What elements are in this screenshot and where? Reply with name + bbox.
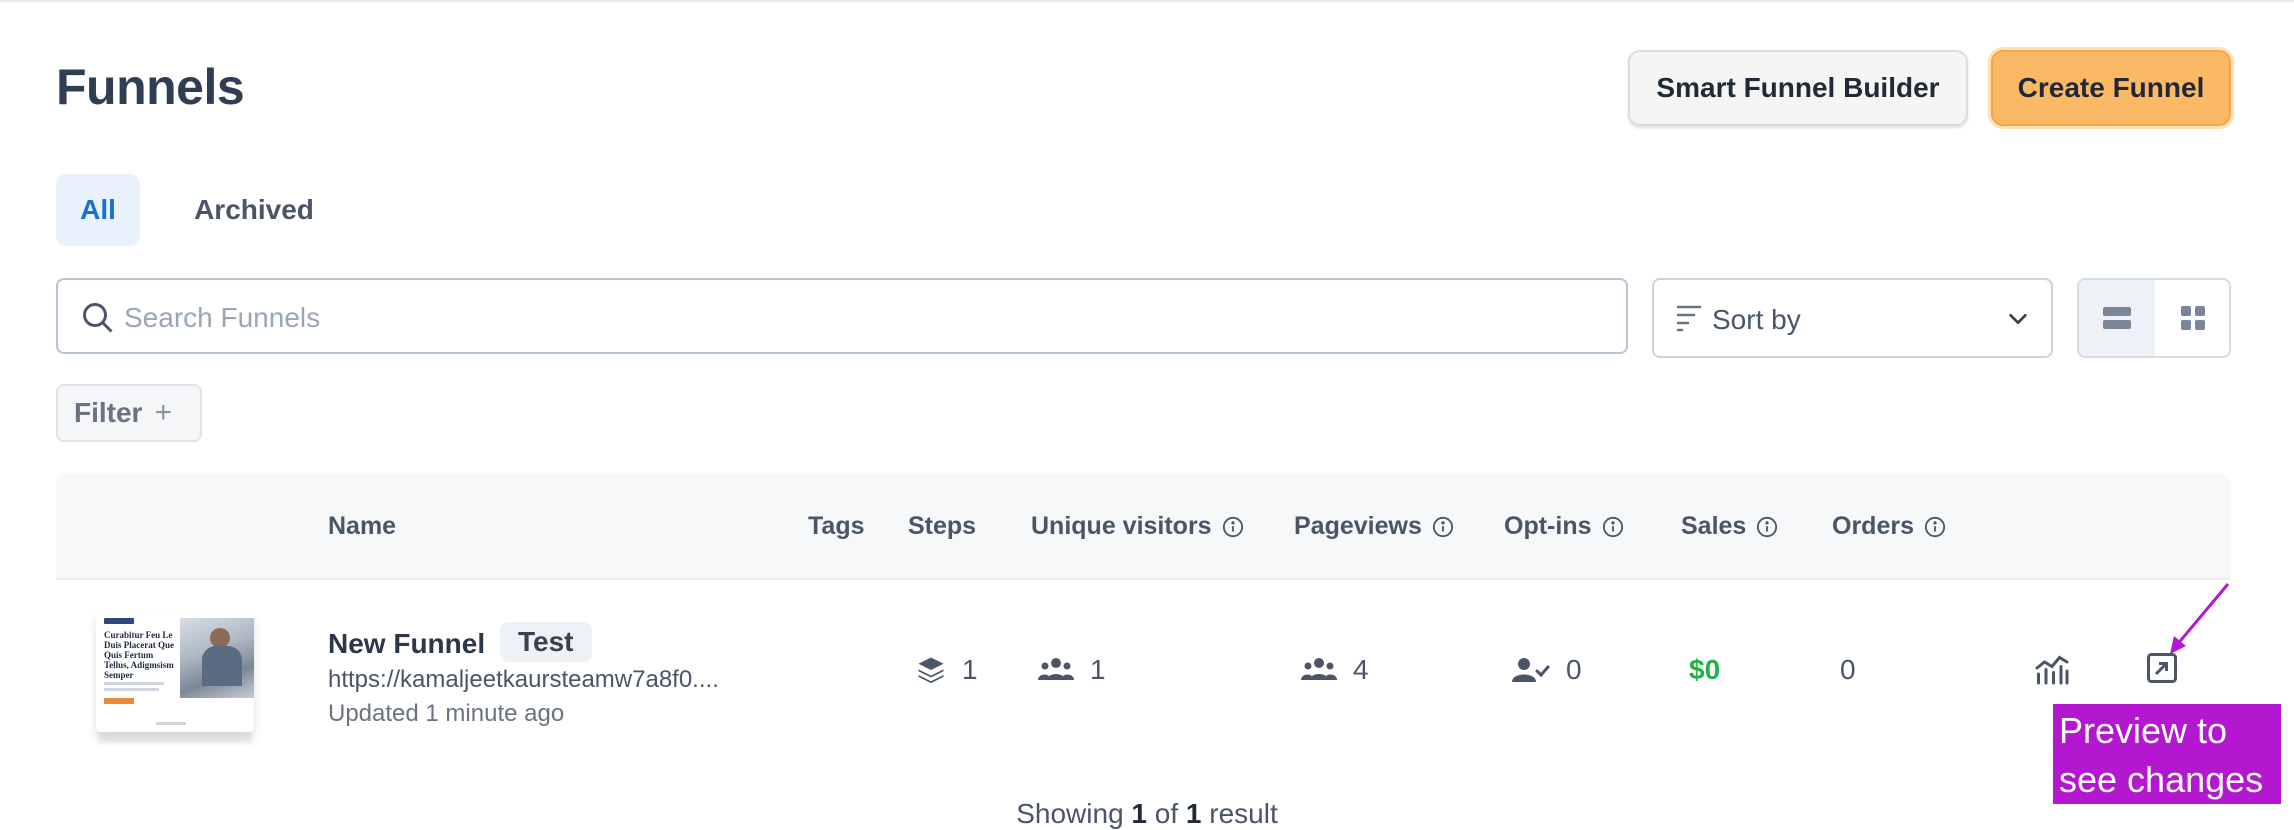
users-icon (1038, 658, 1074, 680)
annotation-callout: Preview to see changes (2053, 704, 2281, 804)
pageviews-cell: 4 (1301, 654, 1369, 686)
view-toggle (2077, 278, 2231, 358)
column-orders: Orders (1832, 512, 1946, 541)
thumbnail-heading: Curabitur Feu Le Duis Placerat Que Quis … (104, 630, 174, 680)
info-icon[interactable] (1432, 516, 1454, 538)
search-input[interactable]: Search Funnels (56, 278, 1628, 354)
filter-label: Filter (74, 397, 143, 428)
info-icon[interactable] (1222, 516, 1244, 538)
grid-view-button[interactable] (2155, 280, 2229, 356)
steps-cell: 1 (916, 654, 978, 686)
column-sales: Sales (1681, 512, 1778, 541)
filter-button[interactable]: Filter + (56, 384, 202, 442)
thumbnail-cta (104, 698, 134, 704)
optins-value: 0 (1566, 654, 1582, 685)
thumbnail-footer (156, 722, 186, 725)
tab-all[interactable]: All (56, 174, 140, 246)
pageviews-value: 4 (1353, 654, 1369, 685)
search-icon (83, 303, 113, 333)
funnel-tag: Test (500, 622, 592, 662)
orders-cell: 0 (1840, 654, 1856, 686)
column-steps: Steps (908, 512, 977, 540)
list-view-button[interactable] (2079, 280, 2155, 356)
column-unique-visitors: Unique visitors (1031, 512, 1244, 541)
info-icon[interactable] (1756, 516, 1778, 538)
user-check-icon (1512, 658, 1550, 682)
top-divider (0, 0, 2294, 2)
unique-visitors-cell: 1 (1038, 654, 1106, 686)
funnel-updated: Updated 1 minute ago (328, 700, 565, 727)
annotation-arrow (2170, 583, 2230, 654)
column-optins: Opt-ins (1504, 512, 1624, 541)
funnel-name-link[interactable]: New Funnel (328, 628, 485, 660)
funnel-url[interactable]: https://kamaljeetkaursteamw7a8f0.... (328, 666, 719, 694)
column-pageviews: Pageviews (1294, 512, 1454, 541)
analytics-icon[interactable] (2034, 650, 2070, 686)
info-icon[interactable] (1924, 516, 1946, 538)
thumbnail-text-line (104, 688, 159, 691)
optins-cell: 0 (1512, 654, 1582, 686)
sales-value: $0 (1689, 654, 1721, 685)
page-title: Funnels (56, 59, 245, 115)
column-name: Name (328, 512, 397, 540)
smart-funnel-builder-button[interactable]: Smart Funnel Builder (1628, 50, 1968, 126)
plus-icon: + (154, 396, 172, 429)
chevron-down-icon (2009, 313, 2027, 325)
table-row[interactable]: Curabitur Feu Le Duis Placerat Que Quis … (56, 578, 2231, 778)
sales-cell: $0 (1689, 654, 1720, 686)
unique-visitors-value: 1 (1090, 654, 1106, 685)
column-tags: Tags (808, 512, 865, 540)
thumbnail-logo (104, 618, 134, 624)
users-icon (1301, 658, 1337, 680)
info-icon[interactable] (1602, 516, 1624, 538)
thumbnail-photo (180, 618, 254, 698)
sort-icon (1676, 305, 1702, 332)
pagination-summary: Showing 1 of 1 result (1016, 798, 1278, 829)
tab-archived[interactable]: Archived (166, 174, 342, 246)
funnel-thumbnail[interactable]: Curabitur Feu Le Duis Placerat Que Quis … (96, 612, 254, 732)
orders-value: 0 (1840, 654, 1856, 685)
sort-dropdown[interactable]: Sort by (1652, 278, 2053, 358)
steps-value: 1 (962, 654, 978, 685)
table-header: Name Tags Steps Unique visitors Pageview… (56, 474, 2231, 580)
grid-view-icon (2181, 306, 2205, 330)
thumbnail-text-line (104, 682, 164, 685)
create-funnel-button[interactable]: Create Funnel (1991, 50, 2231, 126)
sort-label: Sort by (1712, 304, 1801, 335)
layers-icon (918, 657, 944, 684)
list-view-icon (2103, 307, 2131, 329)
search-placeholder: Search Funnels (124, 302, 321, 333)
